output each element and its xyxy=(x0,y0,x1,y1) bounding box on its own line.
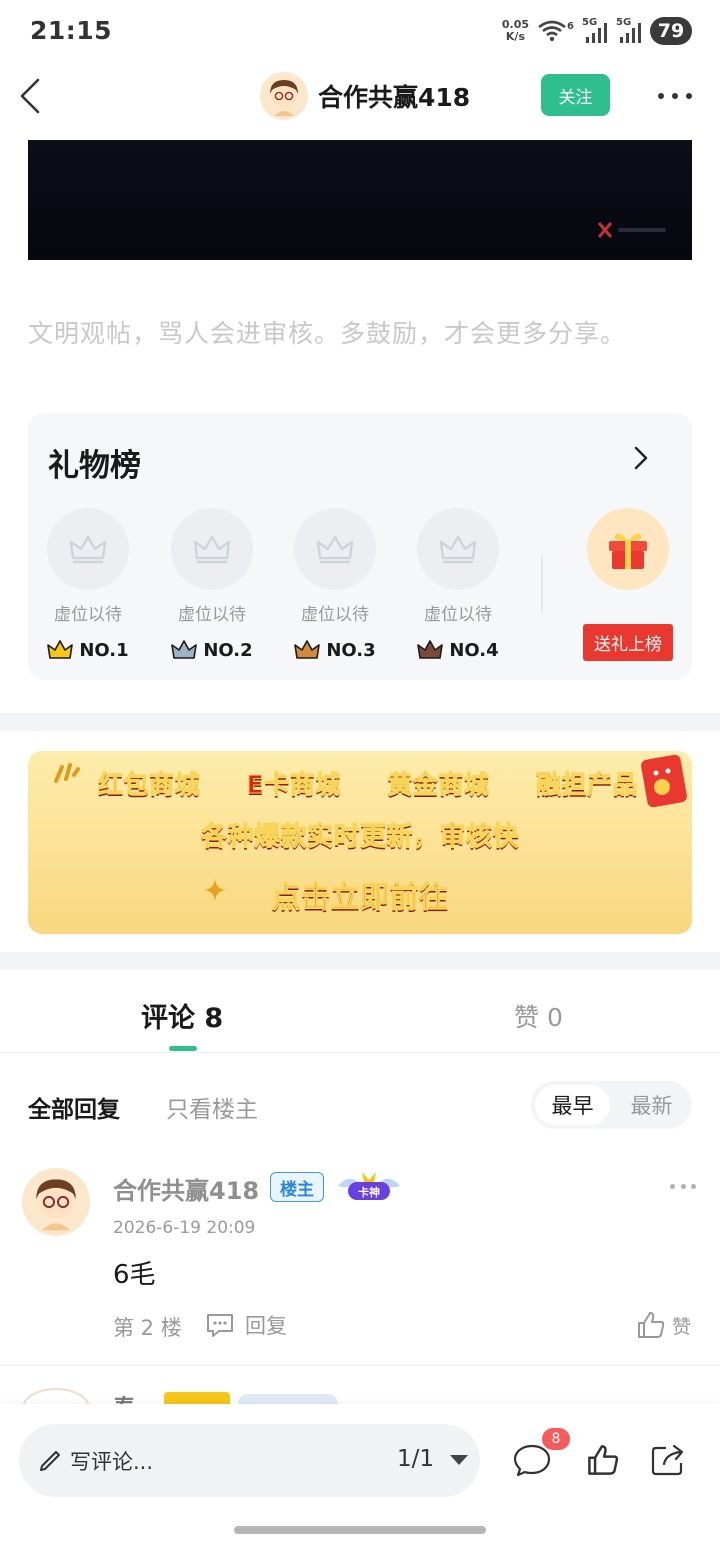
medal-badge: 卡神 xyxy=(334,1168,404,1204)
promo-tagline: 各种爆款实时更新，审核快 xyxy=(200,822,519,853)
empty-slot-crown-icon xyxy=(171,508,253,590)
gift-board-title: 礼物榜 xyxy=(48,448,141,484)
chevron-right-icon[interactable] xyxy=(628,444,652,472)
network-speed: 0.05 K/s xyxy=(502,19,529,43)
gift-slot-label: 虚位以待 xyxy=(301,605,369,625)
comment-time: 2026-6-19 20:09 xyxy=(113,1218,256,1238)
reply-icon xyxy=(207,1314,233,1337)
empty-slot-crown-icon xyxy=(47,508,129,590)
community-notice: 文明观帖，骂人会进审核。多鼓励，才会更多分享。 xyxy=(28,319,627,348)
filter-all-replies[interactable]: 全部回复 xyxy=(28,1090,120,1124)
filter-op-only[interactable]: 只看楼主 xyxy=(166,1090,258,1124)
promo-item: 黄金商城 xyxy=(387,770,490,800)
comment-username[interactable]: 合作共赢418 xyxy=(113,1171,259,1206)
page-indicator[interactable]: 1/1 xyxy=(397,1446,434,1472)
gift-slot[interactable]: 虚位以待 NO.2 xyxy=(170,508,254,661)
gift-slot[interactable]: 虚位以待 NO.1 xyxy=(46,508,130,661)
promo-item: E卡商城 xyxy=(246,770,341,800)
post-media[interactable] xyxy=(28,140,692,260)
comment-avatar[interactable] xyxy=(22,1168,90,1236)
gift-slot[interactable]: 虚位以待 NO.4 xyxy=(416,508,500,661)
pencil-icon xyxy=(40,1451,60,1471)
rank-label: NO.3 xyxy=(326,639,376,661)
rank-label: NO.2 xyxy=(203,639,253,661)
reply-button[interactable]: 回复 xyxy=(205,1310,287,1340)
comment-text: 6毛 xyxy=(113,1260,156,1290)
comment-count-badge: 8 xyxy=(542,1428,570,1450)
empty-slot-crown-icon xyxy=(417,508,499,590)
sort-earliest[interactable]: 最早 xyxy=(535,1085,610,1125)
reply-label: 回复 xyxy=(245,1314,287,1338)
wifi-icon xyxy=(538,20,566,42)
gift-slot-rank: NO.2 xyxy=(170,639,254,661)
red-envelope-icon xyxy=(641,754,687,808)
status-icons: 0.05 K/s 6 5G 5G 79 xyxy=(502,14,692,48)
wifi-sub: 6 xyxy=(567,20,574,32)
net-speed-unit: K/s xyxy=(505,30,525,43)
home-indicator[interactable] xyxy=(234,1526,486,1534)
rank-crown-icon xyxy=(47,640,74,659)
write-comment-label[interactable]: 写评论... xyxy=(70,1446,153,1476)
like-label: 赞 xyxy=(672,1315,692,1338)
send-gift-button[interactable]: 送礼上榜 xyxy=(583,624,673,661)
rank-crown-icon xyxy=(294,640,321,659)
tab-active-indicator xyxy=(169,1046,197,1051)
page-title[interactable]: 合作共赢418 xyxy=(318,78,470,114)
gift-divider xyxy=(541,555,543,613)
medal-label: 卡神 xyxy=(358,1185,380,1199)
sort-newest[interactable]: 最新 xyxy=(614,1085,689,1125)
caret-down-icon[interactable] xyxy=(450,1455,468,1465)
next-comment-peek: 泰 xyxy=(22,1386,702,1406)
signal-icon-2: 5G xyxy=(616,17,642,43)
promo-banner[interactable]: 红包商城 E卡商城 黄金商城 融担产品 各种爆款实时更新，审核快 点击立即前往 xyxy=(28,751,692,934)
gift-slot-rank: NO.3 xyxy=(293,639,377,661)
battery-indicator: 79 xyxy=(650,17,692,45)
rank-label: NO.1 xyxy=(79,639,129,661)
back-icon[interactable] xyxy=(14,76,50,116)
rank-label: NO.4 xyxy=(449,639,499,661)
comment-more-icon[interactable] xyxy=(670,1184,696,1192)
signal-icon-1: 5G xyxy=(582,17,608,43)
section-divider xyxy=(0,952,720,970)
rank-crown-icon xyxy=(171,640,198,659)
thumbs-up-icon[interactable] xyxy=(586,1443,620,1477)
gift-slot[interactable]: 虚位以待 NO.3 xyxy=(293,508,377,661)
more-options-icon[interactable] xyxy=(654,82,696,110)
comment-divider xyxy=(0,1365,720,1366)
section-divider xyxy=(0,713,720,731)
follow-button[interactable]: 关注 xyxy=(541,74,610,116)
promo-item: 红包商城 xyxy=(97,770,201,800)
sparkle-icon xyxy=(54,763,80,783)
promo-item: 融担产品 xyxy=(535,770,638,800)
tab-likes[interactable]: 赞 0 xyxy=(514,998,563,1034)
tab-comments[interactable]: 评论 8 xyxy=(141,996,223,1035)
watermark-logo xyxy=(598,222,666,238)
status-time: 21:15 xyxy=(30,16,113,45)
empty-slot-crown-icon xyxy=(294,508,376,590)
gift-slot-label: 虚位以待 xyxy=(54,605,122,625)
promo-cta[interactable]: 点击立即前往 xyxy=(28,874,692,916)
gift-slot-rank: NO.1 xyxy=(46,639,130,661)
gift-slot-label: 虚位以待 xyxy=(178,605,246,625)
gift-slot-label: 虚位以待 xyxy=(424,605,492,625)
rank-crown-icon xyxy=(417,640,444,659)
promo-categories: 红包商城 E卡商城 黄金商城 融担产品 xyxy=(97,765,638,801)
gift-icon[interactable] xyxy=(587,508,669,590)
comment-floor: 第 2 楼 xyxy=(113,1316,182,1340)
tabs-divider xyxy=(0,1052,720,1053)
gift-slot-rank: NO.4 xyxy=(416,639,500,661)
op-badge: 楼主 xyxy=(270,1172,324,1202)
thumbs-up-icon xyxy=(638,1312,665,1338)
author-avatar[interactable] xyxy=(260,72,308,120)
share-icon[interactable] xyxy=(650,1443,686,1477)
like-button[interactable]: 赞 xyxy=(636,1310,691,1340)
